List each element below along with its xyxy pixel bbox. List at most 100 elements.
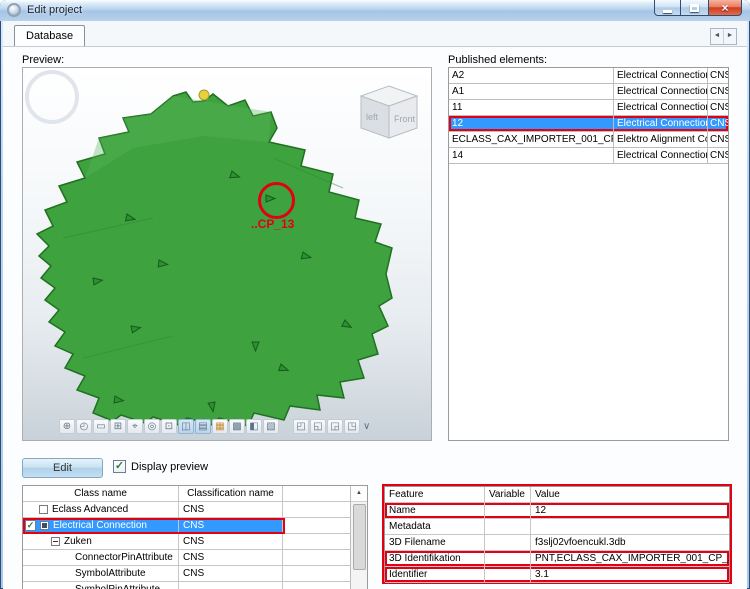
class-row[interactable]: Eclass Advanced CNS <box>23 502 351 518</box>
preview-viewport[interactable]: left Front ..CP_13 ⊕ ◴ ▭ ⊞ ⌖ ◎ ⊡ ◫ ▤ ▦ ▩ <box>22 67 432 441</box>
view-cube[interactable]: left Front <box>351 82 427 148</box>
variable-cell <box>485 567 531 582</box>
close-button[interactable]: × <box>708 0 742 16</box>
published-elements-table: A2 Electrical Connection CNS A1 Electric… <box>448 67 729 441</box>
more-views-icon[interactable]: ∨ <box>361 421 372 432</box>
previous-view-icon[interactable]: ◎ <box>144 419 160 434</box>
feature-row-identifier[interactable]: Identifier 3.1 <box>385 567 729 583</box>
window-controls: × <box>654 0 742 16</box>
published-element-row[interactable]: A2 Electrical Connection CNS <box>449 68 728 84</box>
class-row[interactable]: Zuken CNS <box>23 534 351 550</box>
tab-database[interactable]: Database <box>14 25 85 46</box>
published-element-row[interactable]: 14 Electrical Connection CNS <box>449 148 728 164</box>
state-box-icon[interactable] <box>40 521 49 530</box>
feature-row-name[interactable]: Name 12 <box>385 503 729 519</box>
minimize-icon <box>663 10 672 13</box>
classification-name: CNS <box>179 566 283 581</box>
feature-row-metadata[interactable]: Metadata <box>385 519 729 535</box>
top-view-icon[interactable]: ◳ <box>344 419 360 434</box>
display-preview-option: ✓ Display preview <box>113 460 208 473</box>
element-name: 12 <box>449 116 614 131</box>
display-preview-label: Display preview <box>131 461 208 473</box>
variable-header: Variable <box>485 487 531 502</box>
maximize-icon <box>690 4 699 12</box>
element-type: Electrical Connection <box>614 116 708 131</box>
annotation-label: ..CP_13 <box>251 217 294 231</box>
dialog-body: Database ◄ ► Preview: <box>3 21 747 589</box>
variable-cell <box>485 503 531 518</box>
class-name: SymbolPinAttribute <box>75 584 160 589</box>
hidden-line-icon[interactable]: ▩ <box>229 419 245 434</box>
element-type: Electrical Connection <box>614 68 708 83</box>
zoom-fit-icon[interactable]: ⌖ <box>127 419 143 434</box>
published-element-row[interactable]: A1 Electrical Connection CNS <box>449 84 728 100</box>
published-elements-label: Published elements: <box>448 54 547 66</box>
orbit-icon[interactable]: ⊕ <box>59 419 75 434</box>
variable-cell <box>485 551 531 566</box>
clipping-icon[interactable]: ⊡ <box>161 419 177 434</box>
class-row[interactable]: SymbolPinAttribute <box>23 582 351 589</box>
preview-label: Preview: <box>22 54 64 66</box>
published-element-row[interactable]: ECLASS_CAX_IMPORTER_001_CP_0 Elektro Ali… <box>449 132 728 148</box>
zoom-window-icon[interactable]: ⊞ <box>110 419 126 434</box>
class-name-header: Class name <box>23 486 179 501</box>
element-type: Electrical Connection <box>614 100 708 115</box>
published-element-row-selected[interactable]: 12 Electrical Connection CNS <box>449 116 728 132</box>
value-cell: 12 <box>531 503 729 518</box>
feature-cell: Metadata <box>385 519 485 534</box>
class-row[interactable]: SymbolAttribute CNS <box>23 566 351 582</box>
class-table-scrollbar[interactable]: ▲ <box>350 486 367 589</box>
class-checkbox[interactable]: ✓ <box>25 520 36 531</box>
element-system: CNS <box>708 148 728 163</box>
half-section-icon[interactable]: ◧ <box>246 419 262 434</box>
tab-scroll-right-icon[interactable]: ► <box>724 29 736 44</box>
class-row[interactable]: ConnectorPinAttribute CNS <box>23 550 351 566</box>
scrollbar-thumb[interactable] <box>353 504 366 570</box>
iso-view-icon[interactable]: ◰ <box>293 419 309 434</box>
tab-scroll-control: ◄ ► <box>710 28 737 45</box>
feature-row-3d-filename[interactable]: 3D Filename f3slj02vfoencukl.3db <box>385 535 729 551</box>
element-system: CNS <box>708 132 728 147</box>
feature-row-3d-identifikation[interactable]: 3D Identifikation PNT,ECLASS_CAX_IMPORTE… <box>385 551 729 567</box>
minimize-button[interactable] <box>654 0 681 16</box>
feature-cell: 3D Identifikation <box>385 551 485 566</box>
view-cube-left-label: left <box>366 112 379 122</box>
edit-button[interactable]: Edit <box>22 458 103 478</box>
database-tab-content: Preview: <box>3 46 747 589</box>
element-type: Electrical Connection <box>614 148 708 163</box>
published-element-row[interactable]: 11 Electrical Connection CNS <box>449 100 728 116</box>
texture-mode-icon[interactable]: ▧ <box>263 419 279 434</box>
wireframe-mode-icon[interactable]: ▦ <box>212 419 228 434</box>
rotate-view-icon[interactable]: ◴ <box>76 419 92 434</box>
element-name: 11 <box>449 100 614 115</box>
value-cell <box>531 519 729 534</box>
scroll-up-icon[interactable]: ▲ <box>351 486 367 502</box>
feature-table: Feature Variable Value Name 12 Metadata <box>384 486 730 582</box>
feature-table-annotation: Feature Variable Value Name 12 Metadata <box>382 484 732 584</box>
front-view-icon[interactable]: ◱ <box>310 419 326 434</box>
side-view-icon[interactable]: ◲ <box>327 419 343 434</box>
preview-toolbar: ⊕ ◴ ▭ ⊞ ⌖ ◎ ⊡ ◫ ▤ ▦ ▩ ◧ ▧ ◰ ◱ ◲ <box>59 419 372 434</box>
variable-cell <box>485 535 531 550</box>
class-name: ConnectorPinAttribute <box>75 552 173 563</box>
expand-box-icon[interactable] <box>39 505 48 514</box>
feature-cell: Identifier <box>385 567 485 582</box>
pan-icon[interactable]: ▭ <box>93 419 109 434</box>
element-system: CNS <box>708 100 728 115</box>
display-preview-checkbox[interactable]: ✓ <box>113 460 126 473</box>
class-row-selected[interactable]: ✓Electrical Connection CNS <box>23 518 351 534</box>
element-name: A1 <box>449 84 614 99</box>
titlebar[interactable]: Edit project × <box>0 0 750 21</box>
class-name: Zuken <box>64 536 92 547</box>
split-view-icon[interactable]: ◫ <box>178 419 194 434</box>
classification-name: CNS <box>179 502 283 517</box>
element-system: CNS <box>708 84 728 99</box>
element-type: Elektro Alignment Coordsys <box>614 132 708 147</box>
tab-scroll-left-icon[interactable]: ◄ <box>711 29 724 44</box>
classification-name: CNS <box>179 518 283 533</box>
shaded-mode-icon[interactable]: ▤ <box>195 419 211 434</box>
class-name: SymbolAttribute <box>75 568 146 579</box>
value-cell: f3slj02vfoencukl.3db <box>531 535 729 550</box>
collapse-box-icon[interactable] <box>51 537 60 546</box>
maximize-button[interactable] <box>681 0 708 16</box>
